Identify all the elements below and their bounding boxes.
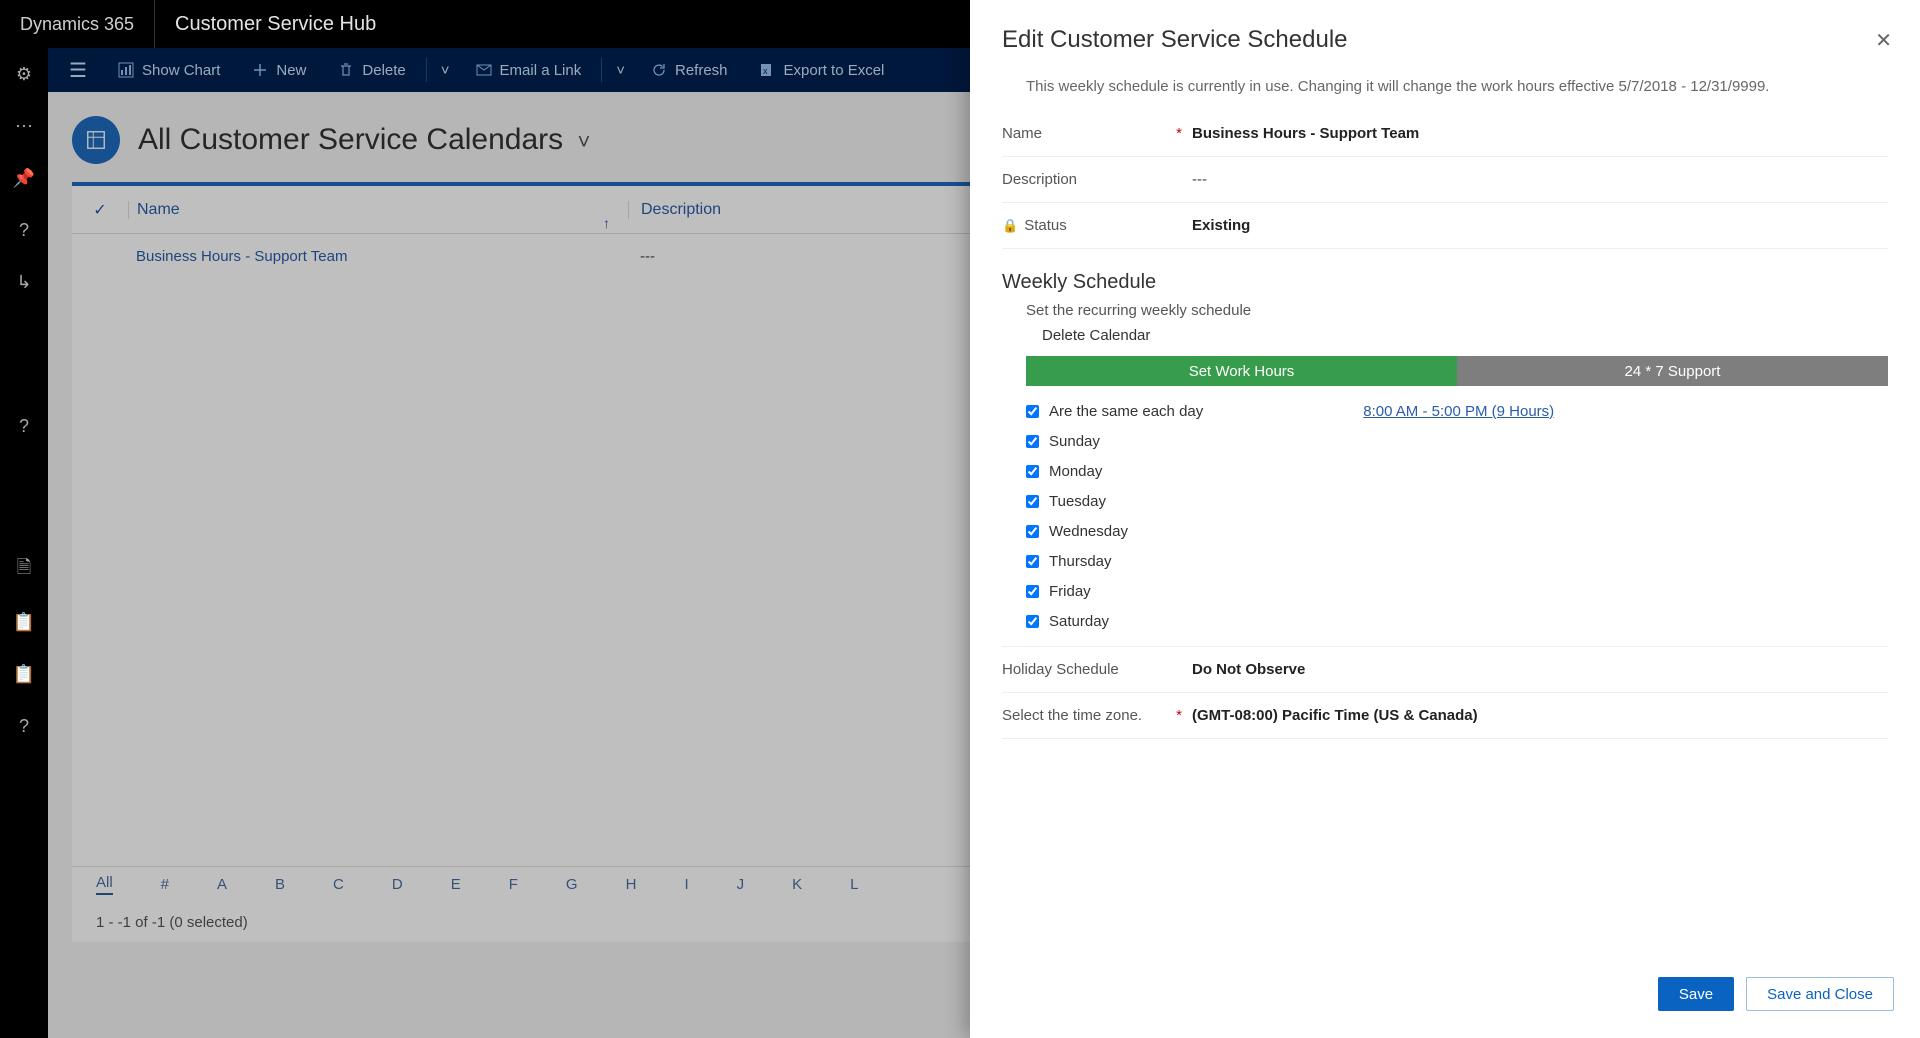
day-label-thursday: Thursday [1049,553,1112,570]
day-row-sunday: Sunday [1026,426,1888,456]
day-checkbox-thursday[interactable] [1026,555,1039,568]
day-row-tuesday: Tuesday [1026,486,1888,516]
field-description: Description --- [1002,157,1888,203]
day-label-tuesday: Tuesday [1049,493,1106,510]
panel-title: Edit Customer Service Schedule [1002,26,1888,54]
delete-calendar-link[interactable]: Delete Calendar [1042,327,1888,344]
edit-schedule-panel: Edit Customer Service Schedule ✕ This we… [970,0,1920,1038]
day-row-monday: Monday [1026,456,1888,486]
field-holiday: Holiday Schedule Do Not Observe [1002,646,1888,693]
field-timezone-label: Select the time zone. [1002,707,1142,724]
field-holiday-value[interactable]: Do Not Observe [1192,661,1305,678]
help3-icon[interactable]: ? [14,716,34,736]
gear-icon[interactable]: ⚙ [14,64,34,84]
day-checkbox-wednesday[interactable] [1026,525,1039,538]
day-checkbox-monday[interactable] [1026,465,1039,478]
flow-icon[interactable]: ↳ [14,272,34,292]
tab-set-work-hours[interactable]: Set Work Hours [1026,356,1457,386]
weekly-schedule-subtitle: Set the recurring weekly schedule [1026,302,1888,319]
day-label-sunday: Sunday [1049,433,1100,450]
field-name-label: Name [1002,125,1042,142]
field-timezone: Select the time zone. * (GMT-08:00) Paci… [1002,693,1888,739]
field-holiday-label: Holiday Schedule [1002,661,1119,678]
notice-text: This weekly schedule is currently in use… [1026,78,1888,95]
left-nav-rail: ⚙ ⋯ 📌 ? ↳ ? 🗎 📋 📋 ? [0,48,48,1038]
field-timezone-value[interactable]: (GMT-08:00) Pacific Time (US & Canada) [1192,707,1478,724]
save-and-close-button[interactable]: Save and Close [1746,977,1894,1011]
lock-icon: 🔒 [1002,218,1018,234]
day-label-monday: Monday [1049,463,1102,480]
clipboard-icon[interactable]: 📋 [14,612,34,632]
work-hours-link[interactable]: 8:00 AM - 5:00 PM (9 Hours) [1363,403,1554,420]
day-label-wednesday: Wednesday [1049,523,1128,540]
day-checkbox-friday[interactable] [1026,585,1039,598]
day-row-friday: Friday [1026,576,1888,606]
day-row-thursday: Thursday [1026,546,1888,576]
day-row-wednesday: Wednesday [1026,516,1888,546]
help2-icon[interactable]: ? [14,416,34,436]
tab-24-7-support[interactable]: 24 * 7 Support [1457,356,1888,386]
document-icon[interactable]: 🗎 [14,560,34,580]
field-status-value: Existing [1192,217,1250,234]
work-hours-tabbar: Set Work Hours 24 * 7 Support [1026,356,1888,386]
field-name: Name * Business Hours - Support Team [1002,111,1888,157]
field-description-label: Description [1002,171,1077,188]
required-indicator: * [1176,707,1182,724]
day-list: Are the same each day 8:00 AM - 5:00 PM … [1026,396,1888,636]
weekly-schedule-title: Weekly Schedule [1002,271,1888,294]
field-name-value[interactable]: Business Hours - Support Team [1192,125,1419,142]
same-each-day-label: Are the same each day [1049,403,1203,420]
same-each-day-row: Are the same each day 8:00 AM - 5:00 PM … [1026,396,1888,426]
day-checkbox-saturday[interactable] [1026,615,1039,628]
close-icon: ✕ [1875,30,1892,52]
same-each-day-checkbox[interactable] [1026,405,1039,418]
day-row-saturday: Saturday [1026,606,1888,636]
app-name-label: Customer Service Hub [155,0,396,48]
required-indicator: * [1176,125,1182,142]
field-status: 🔒 Status Existing [1002,203,1888,249]
field-description-value[interactable]: --- [1192,171,1207,188]
day-checkbox-tuesday[interactable] [1026,495,1039,508]
help-icon[interactable]: ? [14,220,34,240]
clipboard2-icon[interactable]: 📋 [14,664,34,684]
save-button[interactable]: Save [1658,977,1734,1011]
brand-label: Dynamics 365 [0,0,155,48]
more-icon[interactable]: ⋯ [14,116,34,136]
day-checkbox-sunday[interactable] [1026,435,1039,448]
panel-footer: Save Save and Close [970,968,1920,1038]
day-label-saturday: Saturday [1049,613,1109,630]
day-label-friday: Friday [1049,583,1091,600]
pin-icon[interactable]: 📌 [14,168,34,188]
close-button[interactable]: ✕ [1875,28,1892,53]
field-status-label: Status [1024,217,1067,234]
